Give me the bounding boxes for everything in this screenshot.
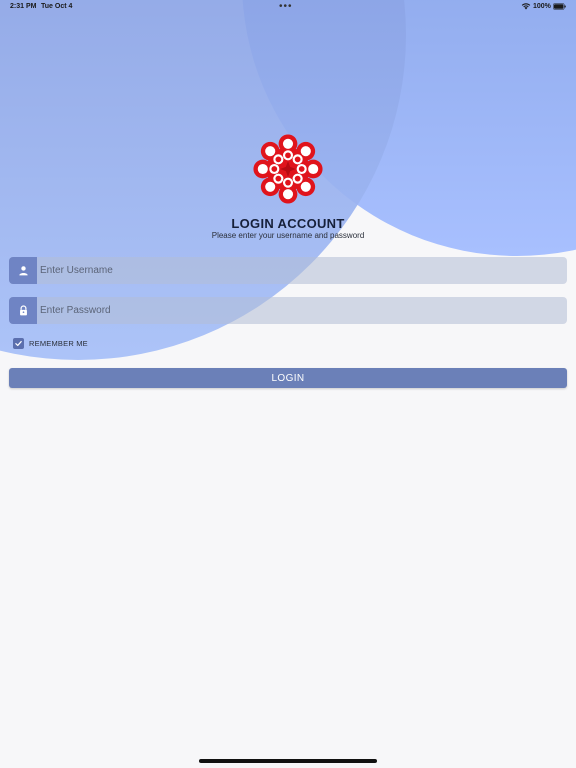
battery-percent: 100% (533, 3, 551, 10)
username-icon-box (9, 257, 37, 284)
user-icon (18, 266, 28, 276)
password-icon-box (9, 297, 37, 324)
battery-icon (553, 3, 566, 10)
password-input[interactable] (37, 297, 567, 324)
password-field[interactable] (9, 297, 567, 324)
home-indicator[interactable] (199, 759, 377, 763)
wifi-icon (521, 3, 531, 10)
remember-me-label: REMEMBER ME (29, 338, 88, 348)
login-screen: 2:31 PM Tue Oct 4 ••• 100% LOGIN ACCOUNT… (0, 0, 576, 768)
lock-icon (19, 305, 27, 316)
page-title: LOGIN ACCOUNT (231, 216, 345, 231)
page-subtitle: Please enter your username and password (211, 231, 365, 240)
multitasking-dots[interactable]: ••• (279, 1, 293, 12)
status-date: Tue Oct 4 (41, 3, 73, 10)
status-time: 2:31 PM (10, 3, 37, 10)
status-bar: 2:31 PM Tue Oct 4 ••• 100% (0, 0, 576, 14)
username-input[interactable] (37, 257, 567, 284)
remember-me-checkbox[interactable] (13, 337, 24, 349)
username-field[interactable] (9, 257, 567, 284)
remember-me-row[interactable]: REMEMBER ME (13, 337, 88, 349)
checkmark-icon (15, 340, 22, 346)
login-button[interactable]: LOGIN (9, 368, 567, 388)
flower-logo-icon (253, 134, 323, 204)
